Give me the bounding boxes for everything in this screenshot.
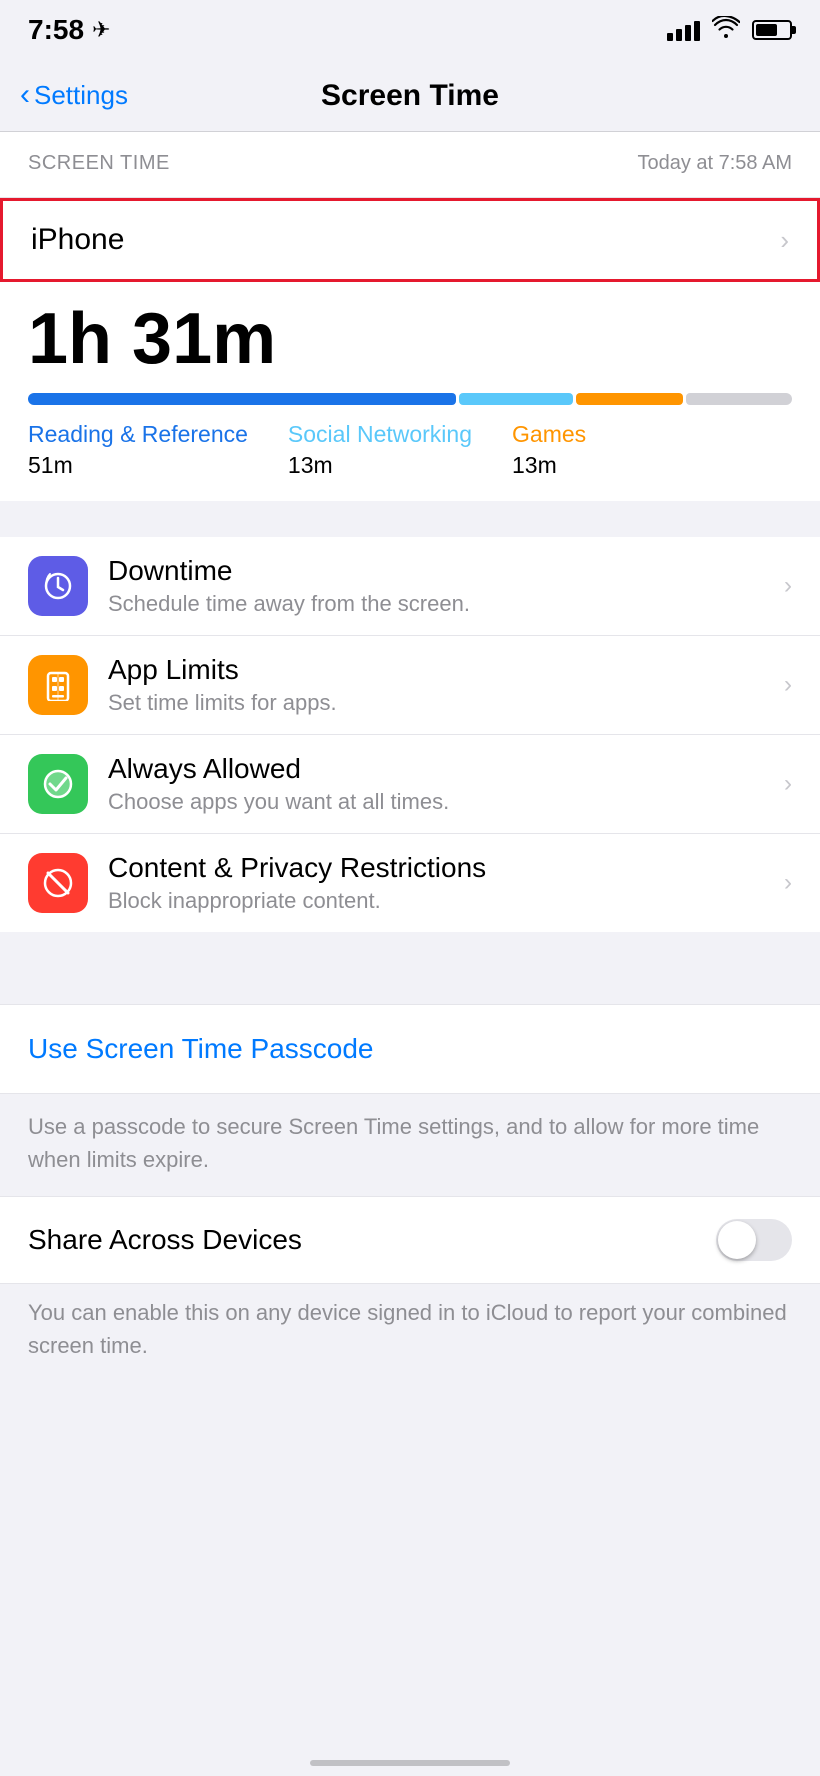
always-allowed-subtitle: Choose apps you want at all times. — [108, 789, 764, 815]
share-toggle[interactable] — [716, 1219, 792, 1261]
content-privacy-subtitle: Block inappropriate content. — [108, 888, 764, 914]
section-divider-1 — [0, 501, 820, 537]
app-limits-text: App Limits Set time limits for apps. — [108, 654, 764, 716]
downtime-icon — [28, 556, 88, 616]
games-bar-segment — [576, 393, 683, 405]
games-category-label: Games — [512, 421, 586, 448]
battery-icon — [752, 20, 792, 40]
passcode-section: Use Screen Time Passcode — [0, 1004, 820, 1094]
wifi-icon — [712, 16, 740, 44]
back-button[interactable]: ‹ Settings — [20, 80, 128, 111]
iphone-row-chevron-icon: › — [780, 225, 789, 256]
toggle-thumb — [718, 1221, 756, 1259]
passcode-link[interactable]: Use Screen Time Passcode — [28, 1033, 374, 1064]
section-divider-2 — [0, 932, 820, 968]
passcode-description-section: Use a passcode to secure Screen Time set… — [0, 1094, 820, 1196]
downtime-subtitle: Schedule time away from the screen. — [108, 591, 764, 617]
signal-icon — [667, 19, 700, 41]
downtime-chevron-icon: › — [784, 572, 792, 600]
reading-category-label: Reading & Reference — [28, 421, 248, 448]
app-limits-title: App Limits — [108, 654, 764, 686]
app-limits-subtitle: Set time limits for apps. — [108, 690, 764, 716]
location-icon: ✈︎ — [92, 17, 110, 43]
social-category-time: 13m — [288, 452, 472, 479]
nav-bar: ‹ Settings Screen Time — [0, 60, 820, 132]
share-section: Share Across Devices — [0, 1196, 820, 1284]
share-row: Share Across Devices — [28, 1197, 792, 1283]
app-limits-menu-item[interactable]: App Limits Set time limits for apps. › — [0, 636, 820, 735]
screen-time-header: SCREEN TIME Today at 7:58 AM — [0, 132, 820, 198]
status-time-display: 7:58 ✈︎ — [28, 14, 110, 46]
home-indicator — [310, 1760, 510, 1766]
content-privacy-menu-item[interactable]: Content & Privacy Restrictions Block ina… — [0, 834, 820, 932]
share-label: Share Across Devices — [28, 1224, 302, 1256]
content-privacy-chevron-icon: › — [784, 869, 792, 897]
reading-category-time: 51m — [28, 452, 248, 479]
iphone-device-row[interactable]: iPhone › — [0, 198, 820, 282]
app-limits-icon — [28, 655, 88, 715]
categories-row: Reading & Reference 51m Social Networkin… — [28, 421, 792, 479]
category-games[interactable]: Games 13m — [512, 421, 586, 479]
always-allowed-text: Always Allowed Choose apps you want at a… — [108, 753, 764, 815]
always-allowed-title: Always Allowed — [108, 753, 764, 785]
usage-section: 1h 31m Reading & Reference 51m Social Ne… — [0, 282, 820, 501]
share-description: You can enable this on any device signed… — [28, 1296, 792, 1362]
usage-progress-bar — [28, 393, 792, 405]
content-privacy-text: Content & Privacy Restrictions Block ina… — [108, 852, 764, 914]
category-social[interactable]: Social Networking 13m — [288, 421, 472, 479]
social-category-label: Social Networking — [288, 421, 472, 448]
total-usage-time: 1h 31m — [28, 300, 792, 379]
back-chevron-icon: ‹ — [20, 80, 30, 110]
page-title: Screen Time — [321, 79, 499, 113]
bottom-spacer — [0, 1382, 820, 1442]
menu-section: Downtime Schedule time away from the scr… — [0, 537, 820, 932]
screen-time-date: Today at 7:58 AM — [637, 152, 792, 175]
back-label: Settings — [34, 80, 128, 111]
games-category-time: 13m — [512, 452, 586, 479]
share-desc-section: You can enable this on any device signed… — [0, 1284, 820, 1382]
downtime-text: Downtime Schedule time away from the scr… — [108, 555, 764, 617]
passcode-description: Use a passcode to secure Screen Time set… — [28, 1110, 792, 1176]
always-allowed-icon — [28, 754, 88, 814]
social-bar-segment — [459, 393, 574, 405]
screen-time-section-label: SCREEN TIME — [28, 152, 170, 175]
status-icons — [667, 16, 792, 44]
category-reading[interactable]: Reading & Reference 51m — [28, 421, 248, 479]
downtime-title: Downtime — [108, 555, 764, 587]
other-bar-segment — [686, 393, 792, 405]
app-limits-chevron-icon: › — [784, 671, 792, 699]
always-allowed-chevron-icon: › — [784, 770, 792, 798]
content-privacy-title: Content & Privacy Restrictions — [108, 852, 764, 884]
downtime-menu-item[interactable]: Downtime Schedule time away from the scr… — [0, 537, 820, 636]
reading-bar-segment — [28, 393, 456, 405]
content-privacy-icon — [28, 853, 88, 913]
status-bar: 7:58 ✈︎ — [0, 0, 820, 60]
time-text: 7:58 — [28, 14, 84, 46]
always-allowed-menu-item[interactable]: Always Allowed Choose apps you want at a… — [0, 735, 820, 834]
iphone-label: iPhone — [31, 223, 124, 257]
